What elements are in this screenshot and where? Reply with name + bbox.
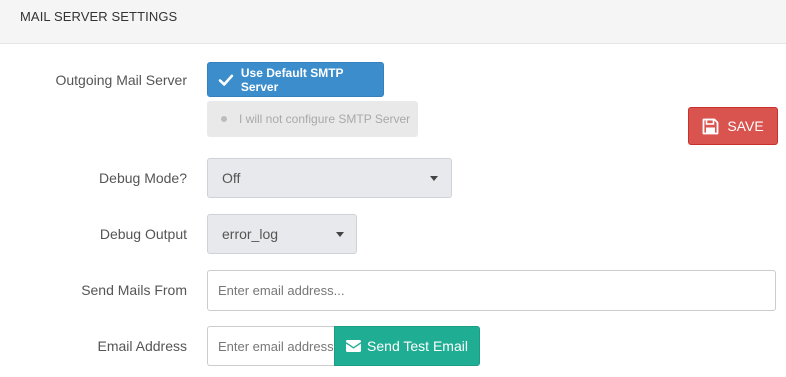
section-title: MAIL SERVER SETTINGS: [20, 9, 178, 24]
save-label: SAVE: [727, 118, 764, 134]
email-address-label: Email Address: [97, 338, 187, 354]
caret-down-icon: [336, 232, 344, 237]
section-header: MAIL SERVER SETTINGS: [0, 0, 786, 44]
send-test-email-label: Send Test Email: [367, 338, 468, 354]
send-test-email-button[interactable]: Send Test Email: [334, 326, 480, 366]
caret-down-icon: [430, 176, 438, 181]
save-button[interactable]: SAVE: [688, 107, 778, 145]
debug-mode-select[interactable]: Off: [207, 158, 452, 198]
debug-output-value: error_log: [222, 226, 279, 242]
email-address-input[interactable]: [207, 326, 335, 366]
debug-output-label: Debug Output: [99, 226, 187, 242]
debug-mode-value: Off: [222, 170, 241, 186]
envelope-icon: [346, 340, 362, 352]
debug-mode-label: Debug Mode?: [99, 170, 187, 186]
send-mails-from-input[interactable]: [207, 270, 776, 311]
no-smtp-config-label: I will not configure SMTP Server: [239, 112, 411, 126]
save-icon: [702, 118, 719, 134]
no-smtp-config-button[interactable]: I will not configure SMTP Server: [207, 101, 418, 137]
debug-output-select[interactable]: error_log: [207, 214, 357, 254]
check-icon: [218, 74, 234, 86]
use-default-smtp-label: Use Default SMTP Server: [240, 65, 344, 94]
use-default-smtp-button[interactable]: Use Default SMTP Server: [207, 62, 384, 97]
radio-dot-icon: [221, 116, 227, 122]
outgoing-mail-server-label: Outgoing Mail Server: [55, 72, 187, 88]
send-mails-from-label: Send Mails From: [81, 282, 187, 298]
